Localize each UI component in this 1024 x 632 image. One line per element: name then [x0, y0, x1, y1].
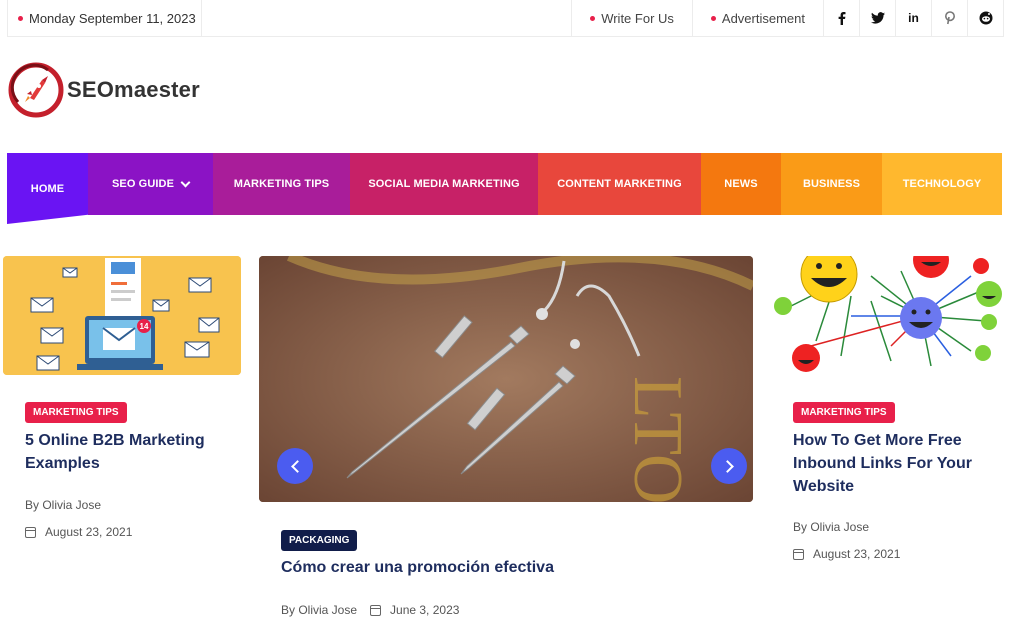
bullet-icon — [590, 15, 596, 21]
center-article-title[interactable]: Cómo crear una promoción efectiva — [281, 556, 741, 579]
left-article-image[interactable]: 14 — [3, 256, 241, 375]
main-navigation: HOME SEO GUIDE MARKETING TIPS SOCIAL MED… — [7, 153, 1002, 224]
svg-text:14: 14 — [140, 322, 149, 331]
nav-item-news[interactable]: NEWS — [701, 153, 781, 215]
date-text: Monday September 11, 2023 — [29, 10, 196, 26]
bullet-icon — [710, 15, 716, 21]
nav-item-home[interactable]: HOME — [7, 153, 88, 224]
nav-item-marketing-tips[interactable]: MARKETING TIPS — [213, 153, 350, 215]
chevron-down-icon — [180, 177, 191, 187]
linkedin-icon[interactable]: in — [895, 0, 931, 36]
sword-earrings-photo: LTO — [259, 256, 753, 502]
site-logo[interactable]: SEOmaester — [8, 62, 200, 118]
calendar-icon — [370, 604, 382, 616]
left-article-author[interactable]: By Olivia Jose — [25, 498, 101, 512]
right-article-date: August 23, 2021 — [793, 547, 900, 561]
slider-next-button[interactable] — [711, 448, 747, 484]
reddit-icon[interactable] — [967, 0, 1003, 36]
site-name: SEOmaester — [67, 77, 200, 102]
right-article-image[interactable] — [771, 256, 1011, 375]
nav-item-seo-guide[interactable]: SEO GUIDE — [88, 153, 213, 215]
nav-item-content-marketing[interactable]: CONTENT MARKETING — [538, 153, 701, 215]
slider-prev-button[interactable] — [277, 448, 313, 484]
calendar-icon — [25, 526, 36, 538]
category-badge[interactable]: PACKAGING — [281, 530, 358, 551]
chevron-right-icon — [720, 459, 734, 473]
nav-item-technology[interactable]: TECHNOLOGY — [882, 153, 1002, 215]
right-article-author[interactable]: By Olivia Jose — [793, 520, 869, 534]
right-article-title[interactable]: How To Get More Free Inbound Links For Y… — [793, 429, 993, 498]
top-bar: Monday September 11, 2023 Write For Us A… — [7, 0, 1004, 37]
rocket-logo-icon — [8, 62, 64, 118]
svg-text:LTO: LTO — [619, 376, 696, 502]
twitter-icon[interactable] — [859, 0, 895, 36]
write-for-us-link[interactable]: Write For Us — [571, 0, 692, 36]
center-article-date: June 3, 2023 — [390, 603, 460, 617]
nav-item-social-media-marketing[interactable]: SOCIAL MEDIA MARKETING — [350, 153, 538, 215]
current-date: Monday September 11, 2023 — [8, 0, 202, 36]
bullet-icon — [18, 15, 23, 21]
facebook-icon[interactable] — [823, 0, 859, 36]
chevron-left-icon — [290, 459, 304, 473]
category-badge[interactable]: MARKETING TIPS — [793, 402, 895, 423]
email-marketing-illustration: 14 — [3, 256, 241, 375]
left-article-title[interactable]: 5 Online B2B Marketing Examples — [25, 429, 225, 475]
nav-item-business[interactable]: BUSINESS — [781, 153, 882, 215]
calendar-icon — [793, 548, 804, 560]
advertisement-link[interactable]: Advertisement — [691, 0, 823, 36]
smiley-network-illustration — [774, 256, 1002, 372]
category-badge[interactable]: MARKETING TIPS — [25, 402, 127, 423]
center-article-image[interactable]: LTO — [259, 256, 753, 502]
left-article-date: August 23, 2021 — [25, 525, 132, 539]
center-article-author[interactable]: By Olivia Jose — [281, 603, 357, 617]
center-article-meta: By Olivia Jose June 3, 2023 — [281, 603, 459, 617]
pinterest-icon[interactable] — [931, 0, 967, 36]
